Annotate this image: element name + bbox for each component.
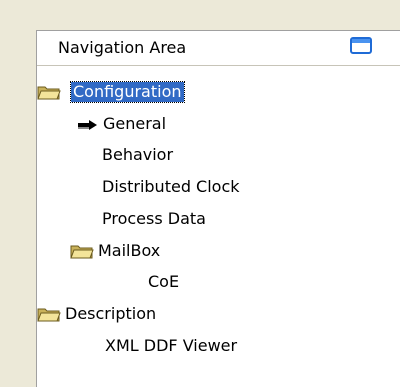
panel-header: Navigation Area: [37, 31, 400, 66]
tree-item-label: MailBox: [98, 241, 161, 260]
open-folder-icon: [37, 308, 61, 322]
window-icon-titlebar: [352, 39, 370, 43]
open-folder-icon: [70, 245, 94, 259]
panel-title: Navigation Area: [58, 38, 187, 57]
open-folder-icon: [37, 86, 61, 100]
tree-item-label: General: [103, 114, 167, 133]
window-restore-icon[interactable]: [350, 37, 372, 54]
window-background: Navigation Area Configuration General Be…: [0, 0, 400, 387]
navigation-panel: Navigation Area Configuration General Be…: [36, 30, 400, 387]
tree-item-label: Distributed Clock: [102, 177, 240, 196]
tree-item-label: Configuration: [70, 81, 185, 103]
tree-item-label: CoE: [148, 272, 180, 291]
tree-item-label: Process Data: [102, 209, 206, 228]
tree-item-label: XML DDF Viewer: [105, 336, 238, 355]
tree-item-label: Description: [65, 304, 157, 323]
arrow-right-icon: [78, 120, 97, 130]
tree-item-label: Behavior: [102, 145, 174, 164]
